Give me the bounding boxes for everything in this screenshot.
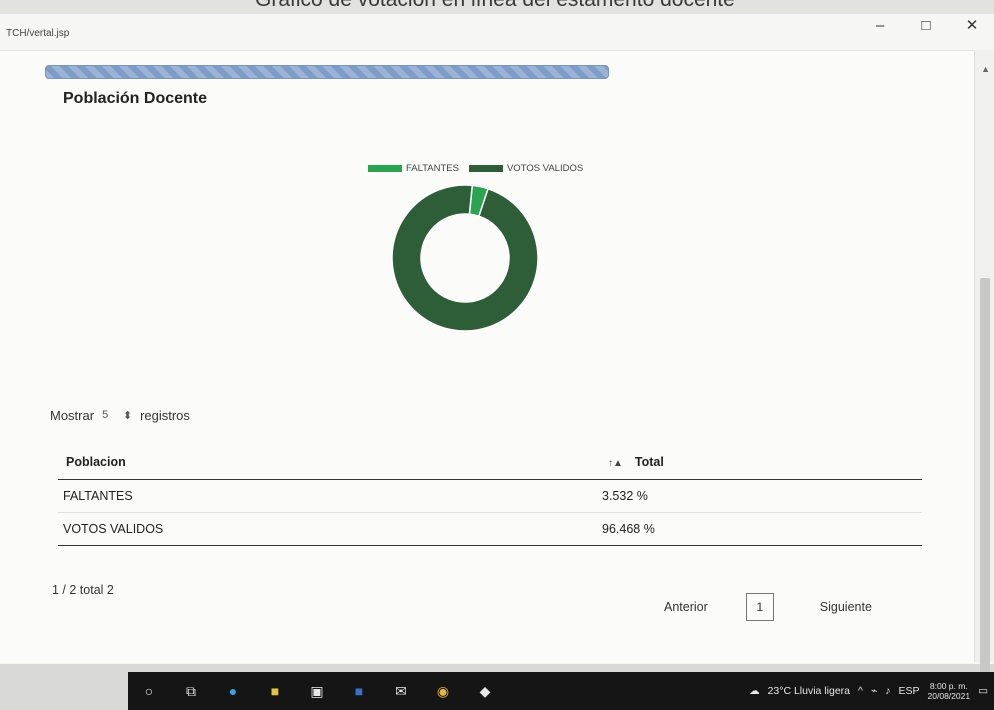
- vertical-scrollbar[interactable]: ▲: [974, 50, 994, 673]
- show-entries: Mostrar 5 ⬍ registros: [50, 408, 190, 423]
- start-icon[interactable]: ○: [138, 680, 160, 702]
- scroll-up-icon[interactable]: ▲: [981, 64, 990, 74]
- cell-total: 96.468 %: [600, 512, 922, 546]
- legend-item-votos-validos: VOTOS VALIDOS: [468, 163, 584, 174]
- weather-text[interactable]: 23°C Lluvia ligera: [768, 685, 850, 697]
- word-icon[interactable]: ■: [348, 680, 370, 702]
- document-caption: Gráfico de votación en línea del estamen…: [0, 0, 994, 14]
- cell-poblacion: FALTANTES: [58, 479, 600, 513]
- progress-bar: [45, 65, 609, 79]
- legend-item-faltantes: FALTANTES: [368, 163, 459, 174]
- clock-time: 8:00 p. m.: [929, 681, 968, 691]
- store-icon[interactable]: ▣: [306, 680, 328, 702]
- results-table: Poblacion ↑▲ Total FALTANTES 3.532 % VOTO…: [58, 449, 922, 546]
- donut-slice-votos-validos[interactable]: [391, 184, 539, 332]
- task-view-icon[interactable]: ⧉: [180, 680, 202, 702]
- file-explorer-icon[interactable]: ■: [264, 680, 286, 702]
- mail-icon[interactable]: ✉: [390, 680, 412, 702]
- edge-icon[interactable]: ●: [222, 680, 244, 702]
- chrome-icon[interactable]: ◉: [432, 680, 454, 702]
- next-button[interactable]: Siguiente: [820, 600, 872, 614]
- taskbar: ○ ⧉ ● ■ ▣ ■ ✉ ◉ ◆ ☁ 23°C Lluvia ligera ^…: [128, 672, 994, 710]
- browser-window: – □ ✕ TCH/vertal.jsp Población Docente F…: [0, 14, 994, 673]
- scroll-thumb[interactable]: [980, 278, 990, 673]
- show-entries-suffix: registros: [140, 408, 190, 423]
- address-bar[interactable]: TCH/vertal.jsp: [6, 28, 69, 39]
- cell-total: 3.532 %: [600, 479, 922, 513]
- page-content: Población Docente FALTANTES VOTOS VALIDO…: [0, 50, 975, 663]
- clock[interactable]: 8:00 p. m. 20/08/2021: [928, 681, 971, 701]
- close-button[interactable]: ✕: [964, 16, 980, 34]
- system-tray: ☁ 23°C Lluvia ligera ^ ⌁ ♪ ESP 8:00 p. m…: [749, 672, 988, 710]
- cell-poblacion: VOTOS VALIDOS: [58, 512, 600, 546]
- entries-select[interactable]: 5 ⬍: [102, 409, 132, 422]
- page-title: Población Docente: [63, 90, 208, 107]
- caption-text: Gráfico de votación en línea del estamen…: [255, 0, 735, 12]
- pagination: Anterior 1 Siguiente: [664, 593, 872, 621]
- table-row: FALTANTES 3.532 %: [58, 479, 922, 513]
- maximize-button[interactable]: □: [918, 17, 934, 34]
- clock-date: 20/08/2021: [927, 691, 971, 701]
- select-arrows-icon: ⬍: [122, 410, 133, 422]
- table-info: 1 / 2 total 2: [52, 583, 114, 597]
- page-1-button[interactable]: 1: [745, 593, 774, 621]
- entries-select-value: 5: [102, 409, 109, 421]
- notifications-icon[interactable]: ▭: [978, 685, 988, 697]
- column-header-total[interactable]: ↑▲ Total: [600, 449, 922, 480]
- legend-label-faltantes: FALTANTES: [406, 163, 459, 174]
- app-icon[interactable]: ◆: [474, 680, 496, 702]
- previous-button[interactable]: Anterior: [664, 600, 708, 614]
- legend-swatch-faltantes: [368, 165, 402, 172]
- legend-swatch-votos-validos: [468, 165, 503, 172]
- network-icon[interactable]: ⌁: [871, 685, 877, 697]
- sort-asc-icon: ↑▲: [608, 458, 623, 469]
- language-indicator[interactable]: ESP: [899, 685, 920, 697]
- show-entries-prefix: Mostrar: [50, 408, 95, 423]
- legend-label-votos-validos: VOTOS VALIDOS: [506, 163, 584, 174]
- weather-icon: ☁: [749, 685, 760, 697]
- volume-icon[interactable]: ♪: [885, 685, 890, 697]
- column-header-poblacion[interactable]: Poblacion: [58, 449, 600, 480]
- donut-chart: [391, 184, 539, 332]
- window-controls: – □ ✕: [872, 14, 980, 36]
- chart-legend: FALTANTES VOTOS VALIDOS: [368, 163, 587, 174]
- table-row: VOTOS VALIDOS 96.468 %: [58, 512, 922, 546]
- minimize-button[interactable]: –: [872, 17, 888, 34]
- tray-chevron-icon[interactable]: ^: [858, 685, 863, 697]
